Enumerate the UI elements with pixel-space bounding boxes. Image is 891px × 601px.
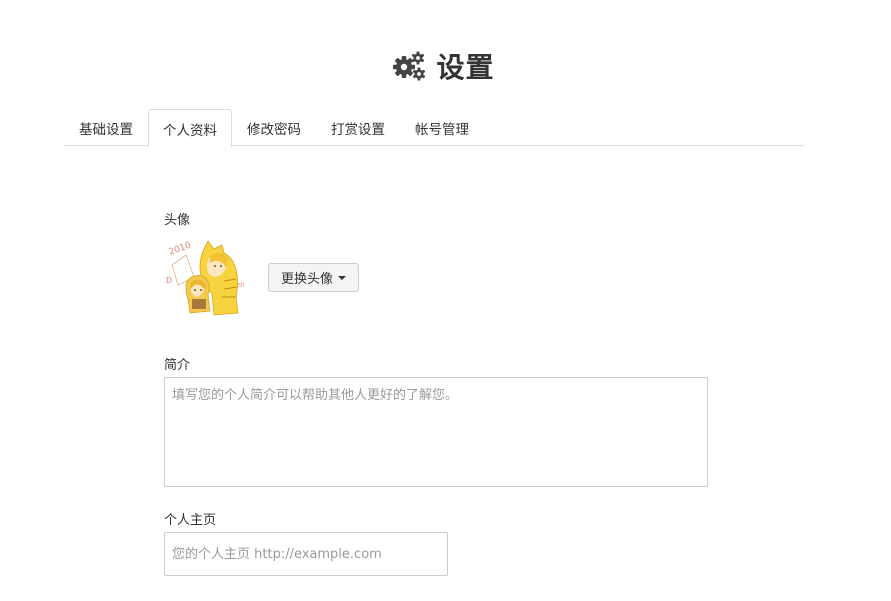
svg-text:2010: 2010 (168, 240, 193, 257)
gears-icon (392, 49, 426, 83)
change-avatar-label: 更换头像 (281, 272, 334, 287)
page-title: 设置 (436, 51, 495, 84)
homepage-input[interactable] (164, 532, 448, 576)
tab-basic-settings[interactable]: 基础设置 (64, 109, 148, 145)
homepage-label: 个人主页 (164, 513, 217, 528)
tab-account-management[interactable]: 帐号管理 (400, 109, 484, 145)
change-avatar-button[interactable]: 更换头像 (268, 263, 360, 292)
settings-tabs: 基础设置 个人资料 修改密码 打赏设置 帐号管理 (64, 109, 804, 147)
avatar-label: 头像 (164, 213, 191, 228)
tab-change-password[interactable]: 修改密码 (232, 109, 316, 145)
tab-tip-settings[interactable]: 打赏设置 (316, 109, 400, 145)
caret-down-icon (338, 275, 347, 280)
bio-textarea[interactable] (164, 377, 708, 487)
svg-text:D: D (166, 276, 172, 285)
avatar: 2010 D Len (164, 237, 250, 319)
page-title-wrap: 设置 (392, 46, 494, 86)
bio-label: 简介 (164, 358, 191, 373)
page-header: 设置 (0, 44, 891, 88)
tab-profile[interactable]: 个人资料 (148, 109, 232, 147)
anime-avatar-icon: 2010 D Len (166, 240, 245, 316)
